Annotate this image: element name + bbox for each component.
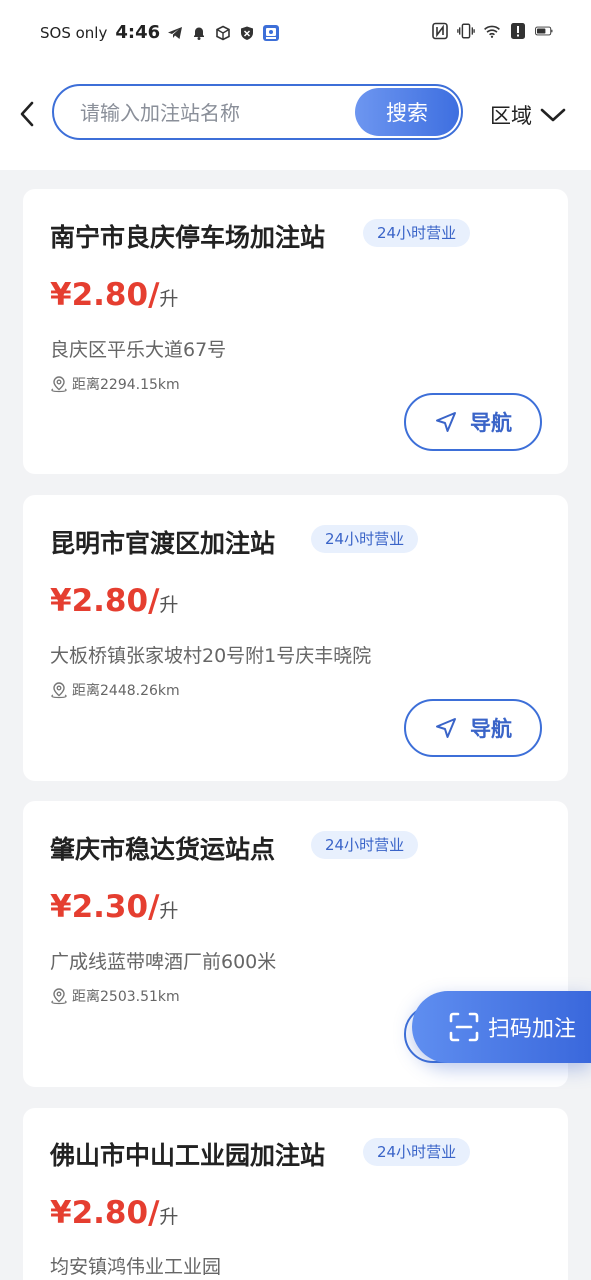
alert-icon	[509, 22, 527, 40]
price-unit: 升	[159, 288, 179, 310]
station-address: 良庆区平乐大道67号	[50, 339, 227, 361]
scan-to-refuel-button[interactable]: 扫码加注	[412, 991, 591, 1063]
hours-badge: 24小时营业	[363, 219, 471, 247]
navigate-label: 导航	[470, 411, 512, 435]
station-address: 大板桥镇张家坡村20号附1号庆丰晓院	[50, 645, 372, 667]
chevron-left-icon	[20, 101, 34, 127]
distance-text: 距离2294.15km	[72, 377, 180, 393]
telegram-icon	[166, 24, 184, 42]
price-value: ¥2.80	[50, 277, 149, 313]
navigation-arrow-icon	[436, 718, 456, 738]
status-right	[431, 22, 553, 40]
station-name: 南宁市良庆停车场加注站	[50, 223, 326, 252]
station-card[interactable]: 佛山市中山工业园加注站 24小时营业 ¥2.80/升 均安镇鸿伟业工业园	[23, 1108, 568, 1280]
station-card[interactable]: 昆明市官渡区加注站 24小时营业 ¥2.80/升 大板桥镇张家坡村20号附1号庆…	[23, 495, 568, 781]
station-name: 肇庆市稳达货运站点	[50, 835, 276, 864]
station-price: ¥2.30/升	[50, 889, 178, 925]
shield-icon	[238, 24, 256, 42]
price-slash: /	[148, 277, 160, 313]
price-value: ¥2.80	[50, 1195, 149, 1231]
navigate-button[interactable]: 导航	[404, 699, 542, 757]
station-address: 均安镇鸿伟业工业园	[50, 1256, 222, 1278]
station-price: ¥2.80/升	[50, 277, 178, 313]
location-pin-icon	[51, 682, 67, 699]
station-distance: 距离2294.15km	[50, 374, 180, 394]
station-distance: 距离2448.26km	[50, 680, 180, 700]
status-left: SOS only 4:46	[40, 22, 280, 43]
distance-text: 距离2448.26km	[72, 683, 180, 699]
app-icon	[262, 24, 280, 42]
chevron-down-icon	[540, 108, 566, 122]
hours-badge: 24小时营业	[311, 831, 419, 859]
price-unit: 升	[159, 1206, 179, 1228]
distance-text: 距离2503.51km	[72, 989, 180, 1005]
search-button[interactable]: 搜索	[355, 88, 459, 136]
station-name: 昆明市官渡区加注站	[50, 529, 276, 558]
navigation-arrow-icon	[436, 412, 456, 432]
station-card[interactable]: 南宁市良庆停车场加注站 24小时营业 ¥2.80/升 良庆区平乐大道67号 距离…	[23, 189, 568, 474]
vibrate-icon	[457, 22, 475, 40]
location-pin-icon	[51, 988, 67, 1005]
station-address: 广成线蓝带啤酒厂前600米	[50, 951, 277, 973]
vpn-icon	[214, 24, 232, 42]
station-distance: 距离2503.51km	[50, 986, 180, 1006]
price-value: ¥2.30	[50, 889, 149, 925]
search-bar: 搜索	[52, 84, 463, 140]
region-label: 区域	[490, 104, 532, 128]
station-price: ¥2.80/升	[50, 1195, 178, 1231]
hours-badge: 24小时营业	[363, 1138, 471, 1166]
nfc-icon	[431, 22, 449, 40]
status-bar: SOS only 4:46	[0, 0, 591, 66]
region-dropdown[interactable]: 区域	[490, 100, 566, 130]
price-unit: 升	[159, 594, 179, 616]
price-slash: /	[148, 583, 160, 619]
scan-label: 扫码加注	[488, 1017, 577, 1042]
search-input[interactable]	[80, 98, 350, 128]
station-price: ¥2.80/升	[50, 583, 178, 619]
navigate-button[interactable]: 导航	[404, 393, 542, 451]
price-value: ¥2.80	[50, 583, 149, 619]
carrier-text: SOS only	[40, 23, 108, 42]
bell-icon	[190, 24, 208, 42]
back-button[interactable]	[14, 96, 40, 132]
station-name: 佛山市中山工业园加注站	[50, 1141, 326, 1170]
navigate-label: 导航	[470, 717, 512, 741]
scan-icon	[449, 1012, 479, 1042]
wifi-icon	[483, 22, 501, 40]
clock: 4:46	[115, 22, 161, 43]
hours-badge: 24小时营业	[311, 525, 419, 553]
battery-icon	[535, 22, 553, 40]
price-slash: /	[148, 1195, 160, 1231]
price-slash: /	[148, 889, 160, 925]
location-pin-icon	[51, 376, 67, 393]
price-unit: 升	[159, 900, 179, 922]
